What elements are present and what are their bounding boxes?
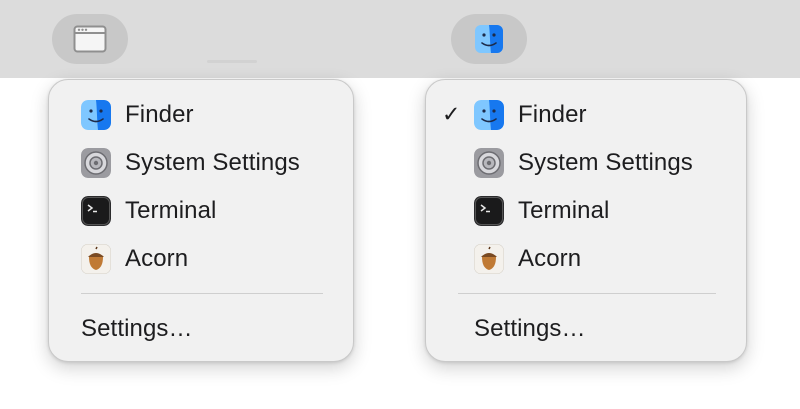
menu-item-label: Settings… <box>474 315 586 342</box>
menu-item-terminal[interactable]: Terminal <box>426 189 746 233</box>
app-menu-right: ✓ Finder System Settings Terminal Acorn … <box>425 79 747 362</box>
acorn-icon <box>81 244 111 274</box>
system-settings-icon <box>474 148 504 178</box>
menu-item-label: Terminal <box>518 197 610 224</box>
acorn-icon <box>474 244 504 274</box>
finder-icon <box>475 25 503 53</box>
terminal-icon <box>474 196 504 226</box>
menu-item-label: System Settings <box>518 149 693 176</box>
menu-item-acorn[interactable]: Acorn <box>426 237 746 281</box>
menu-item-system-settings[interactable]: System Settings <box>426 141 746 185</box>
menu-separator <box>81 293 323 294</box>
window-icon <box>73 25 107 53</box>
checkmark-icon: ✓ <box>442 102 461 128</box>
system-settings-icon <box>81 148 111 178</box>
menu-item-finder[interactable]: ✓ Finder <box>426 93 746 137</box>
menu-item-terminal[interactable]: Terminal <box>49 189 353 233</box>
menu-item-acorn[interactable]: Acorn <box>49 237 353 281</box>
app-menu-left: Finder System Settings Terminal Acorn Se… <box>48 79 354 362</box>
finder-icon <box>474 100 504 130</box>
menu-item-settings[interactable]: Settings… <box>426 307 746 351</box>
menu-item-label: Finder <box>125 101 194 128</box>
divider <box>207 60 257 63</box>
menu-item-label: Acorn <box>125 245 189 272</box>
menu-item-settings[interactable]: Settings… <box>49 307 353 351</box>
menu-item-label: Finder <box>518 101 587 128</box>
menu-item-label: Terminal <box>125 197 217 224</box>
menu-item-label: System Settings <box>125 149 300 176</box>
menu-item-finder[interactable]: Finder <box>49 93 353 137</box>
finder-icon <box>81 100 111 130</box>
window-menu-button[interactable] <box>52 14 128 64</box>
finder-menu-button[interactable] <box>451 14 527 64</box>
menu-item-label: Settings… <box>81 315 193 342</box>
menu-separator <box>458 293 716 294</box>
terminal-icon <box>81 196 111 226</box>
menu-item-label: Acorn <box>518 245 582 272</box>
menu-item-system-settings[interactable]: System Settings <box>49 141 353 185</box>
